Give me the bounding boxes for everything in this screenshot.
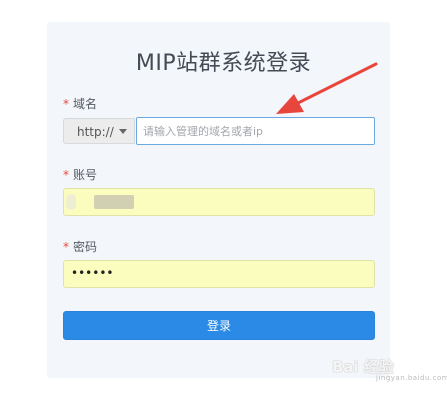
watermark-sub: jingyan.baidu.com <box>376 374 447 382</box>
domain-label-text: 域名 <box>73 97 98 111</box>
login-button[interactable]: 登录 <box>63 311 375 340</box>
domain-input[interactable] <box>136 117 375 145</box>
password-mask: •••••• <box>71 266 114 280</box>
required-mark: * <box>63 97 69 111</box>
required-mark: * <box>63 240 69 254</box>
baidu-watermark: Bai 经验 jingyan.baidu.com <box>332 352 447 382</box>
password-label-text: 密码 <box>73 240 98 254</box>
password-label: * 密码 <box>63 238 97 255</box>
blurred-account-value <box>94 195 134 209</box>
account-label: * 账号 <box>63 166 97 183</box>
account-input[interactable] <box>63 188 375 216</box>
protocol-value: http:// <box>77 125 114 139</box>
chevron-down-icon <box>119 129 127 134</box>
required-mark: * <box>63 168 69 182</box>
page: MIP站群系统登录 *域名 http:// *账号 *密码 •••••• 登录 … <box>0 0 447 405</box>
red-arrow-annotation-icon <box>276 62 378 114</box>
account-label-text: 账号 <box>73 168 98 182</box>
protocol-select[interactable]: http:// <box>63 118 135 144</box>
domain-label: * 域名 <box>63 95 97 112</box>
blurred-text <box>66 194 76 210</box>
password-input[interactable]: •••••• <box>63 260 375 288</box>
